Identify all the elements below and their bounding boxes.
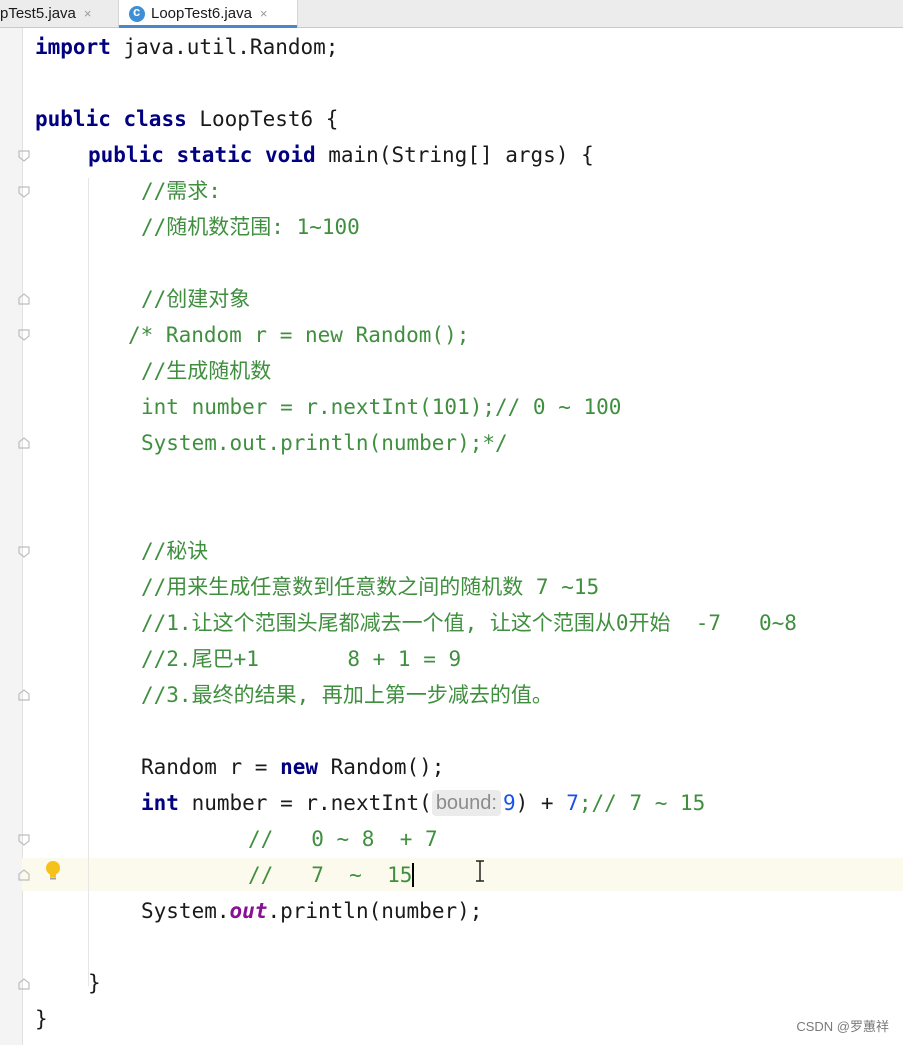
inline-comment: ;// 7 ~ 15 bbox=[578, 791, 706, 815]
tab-label: LoopTest6.java bbox=[151, 5, 252, 22]
code-line: System.out.println(number); bbox=[141, 894, 482, 928]
code-text: System. bbox=[141, 899, 230, 923]
keyword: public bbox=[35, 107, 111, 131]
code-line: import java.util.Random; bbox=[35, 30, 338, 64]
comment-line: // 0 ~ 8 + 7 bbox=[248, 827, 438, 851]
comment-line: //用来生成任意数到任意数之间的随机数 7 ~15 bbox=[141, 575, 600, 599]
keyword: new bbox=[280, 755, 319, 779]
ibeam-cursor-icon bbox=[474, 860, 486, 886]
fold-icon[interactable] bbox=[18, 437, 30, 449]
comment-line: //随机数范围: 1~100 bbox=[141, 215, 360, 239]
fold-icon[interactable] bbox=[18, 689, 30, 701]
comment-line: /* Random r = new Random(); bbox=[128, 323, 470, 347]
tab-looptest6[interactable]: LoopTest6.java × bbox=[118, 0, 298, 28]
keyword: import bbox=[35, 35, 111, 59]
fold-icon[interactable] bbox=[18, 150, 30, 162]
code-text: ) + bbox=[515, 791, 567, 815]
close-icon[interactable]: × bbox=[84, 6, 92, 21]
fold-icon[interactable] bbox=[18, 834, 30, 846]
code-line: public static void main(String[] args) { bbox=[88, 138, 594, 172]
fold-icon[interactable] bbox=[18, 546, 30, 558]
comment-line: //2.尾巴+1 8 + 1 = 9 bbox=[141, 647, 462, 671]
number-literal: 9 bbox=[502, 791, 516, 815]
code-text: LoopTest6 { bbox=[186, 107, 339, 131]
comment-line: System.out.println(number);*/ bbox=[141, 431, 508, 455]
indent-guide bbox=[88, 178, 89, 986]
watermark: CSDN @罗蕙祥 bbox=[796, 1019, 889, 1034]
parameter-hint: bound: bbox=[431, 790, 501, 816]
comment-line: int number = r.nextInt(101);// 0 ~ 100 bbox=[141, 395, 622, 419]
lightbulb-icon[interactable] bbox=[44, 860, 62, 886]
static-field: out bbox=[229, 899, 268, 923]
code-text: java.util.Random; bbox=[110, 35, 339, 59]
comment-line: //创建对象 bbox=[141, 287, 251, 311]
code-text: Random r = bbox=[141, 755, 281, 779]
code-line: // 7 ~ 15 bbox=[248, 858, 415, 892]
code-editor[interactable]: import java.util.Random; public class Lo… bbox=[0, 28, 903, 1045]
fold-icon[interactable] bbox=[18, 869, 30, 881]
editor-gutter bbox=[0, 28, 23, 1045]
editor-tab-bar: pTest5.java × LoopTest6.java × bbox=[0, 0, 903, 28]
comment-line: //3.最终的结果, 再加上第一步减去的值。 bbox=[141, 683, 553, 707]
java-class-icon bbox=[129, 4, 145, 22]
text-caret bbox=[412, 863, 415, 887]
current-line-highlight bbox=[22, 858, 903, 891]
fold-icon[interactable] bbox=[18, 329, 30, 341]
keyword: class bbox=[123, 107, 187, 131]
comment-line: //1.让这个范围头尾都减去一个值, 让这个范围从0开始 -7 0~8 bbox=[141, 611, 797, 635]
code-text: number = r.nextInt( bbox=[178, 791, 432, 815]
code-text: .println(number); bbox=[267, 899, 483, 923]
keyword: int bbox=[141, 791, 179, 815]
close-icon[interactable]: × bbox=[260, 6, 268, 21]
keyword: static bbox=[176, 143, 253, 167]
tab-looptest5[interactable]: pTest5.java × bbox=[0, 0, 112, 27]
code-line: Random r = new Random(); bbox=[141, 750, 444, 784]
code-text: main(String[] args) { bbox=[315, 143, 594, 167]
fold-icon[interactable] bbox=[18, 293, 30, 305]
code-line: } bbox=[35, 1007, 48, 1031]
comment-line: //需求: bbox=[141, 179, 221, 203]
code-line: } bbox=[88, 971, 101, 995]
code-text: Random(); bbox=[318, 755, 445, 779]
code-line: public class LoopTest6 { bbox=[35, 102, 338, 136]
fold-icon[interactable] bbox=[18, 186, 30, 198]
keyword: public bbox=[88, 143, 164, 167]
code-line: int number = r.nextInt(bound: 9) + 7;// 7… bbox=[141, 786, 705, 820]
keyword: void bbox=[265, 143, 316, 167]
comment-line: //生成随机数 bbox=[141, 359, 272, 383]
number-literal: 7 bbox=[566, 791, 579, 815]
comment-line: // 7 ~ 15 bbox=[248, 863, 413, 887]
comment-line: //秘诀 bbox=[141, 539, 209, 563]
tab-label: pTest5.java bbox=[0, 5, 76, 22]
fold-icon[interactable] bbox=[18, 978, 30, 990]
